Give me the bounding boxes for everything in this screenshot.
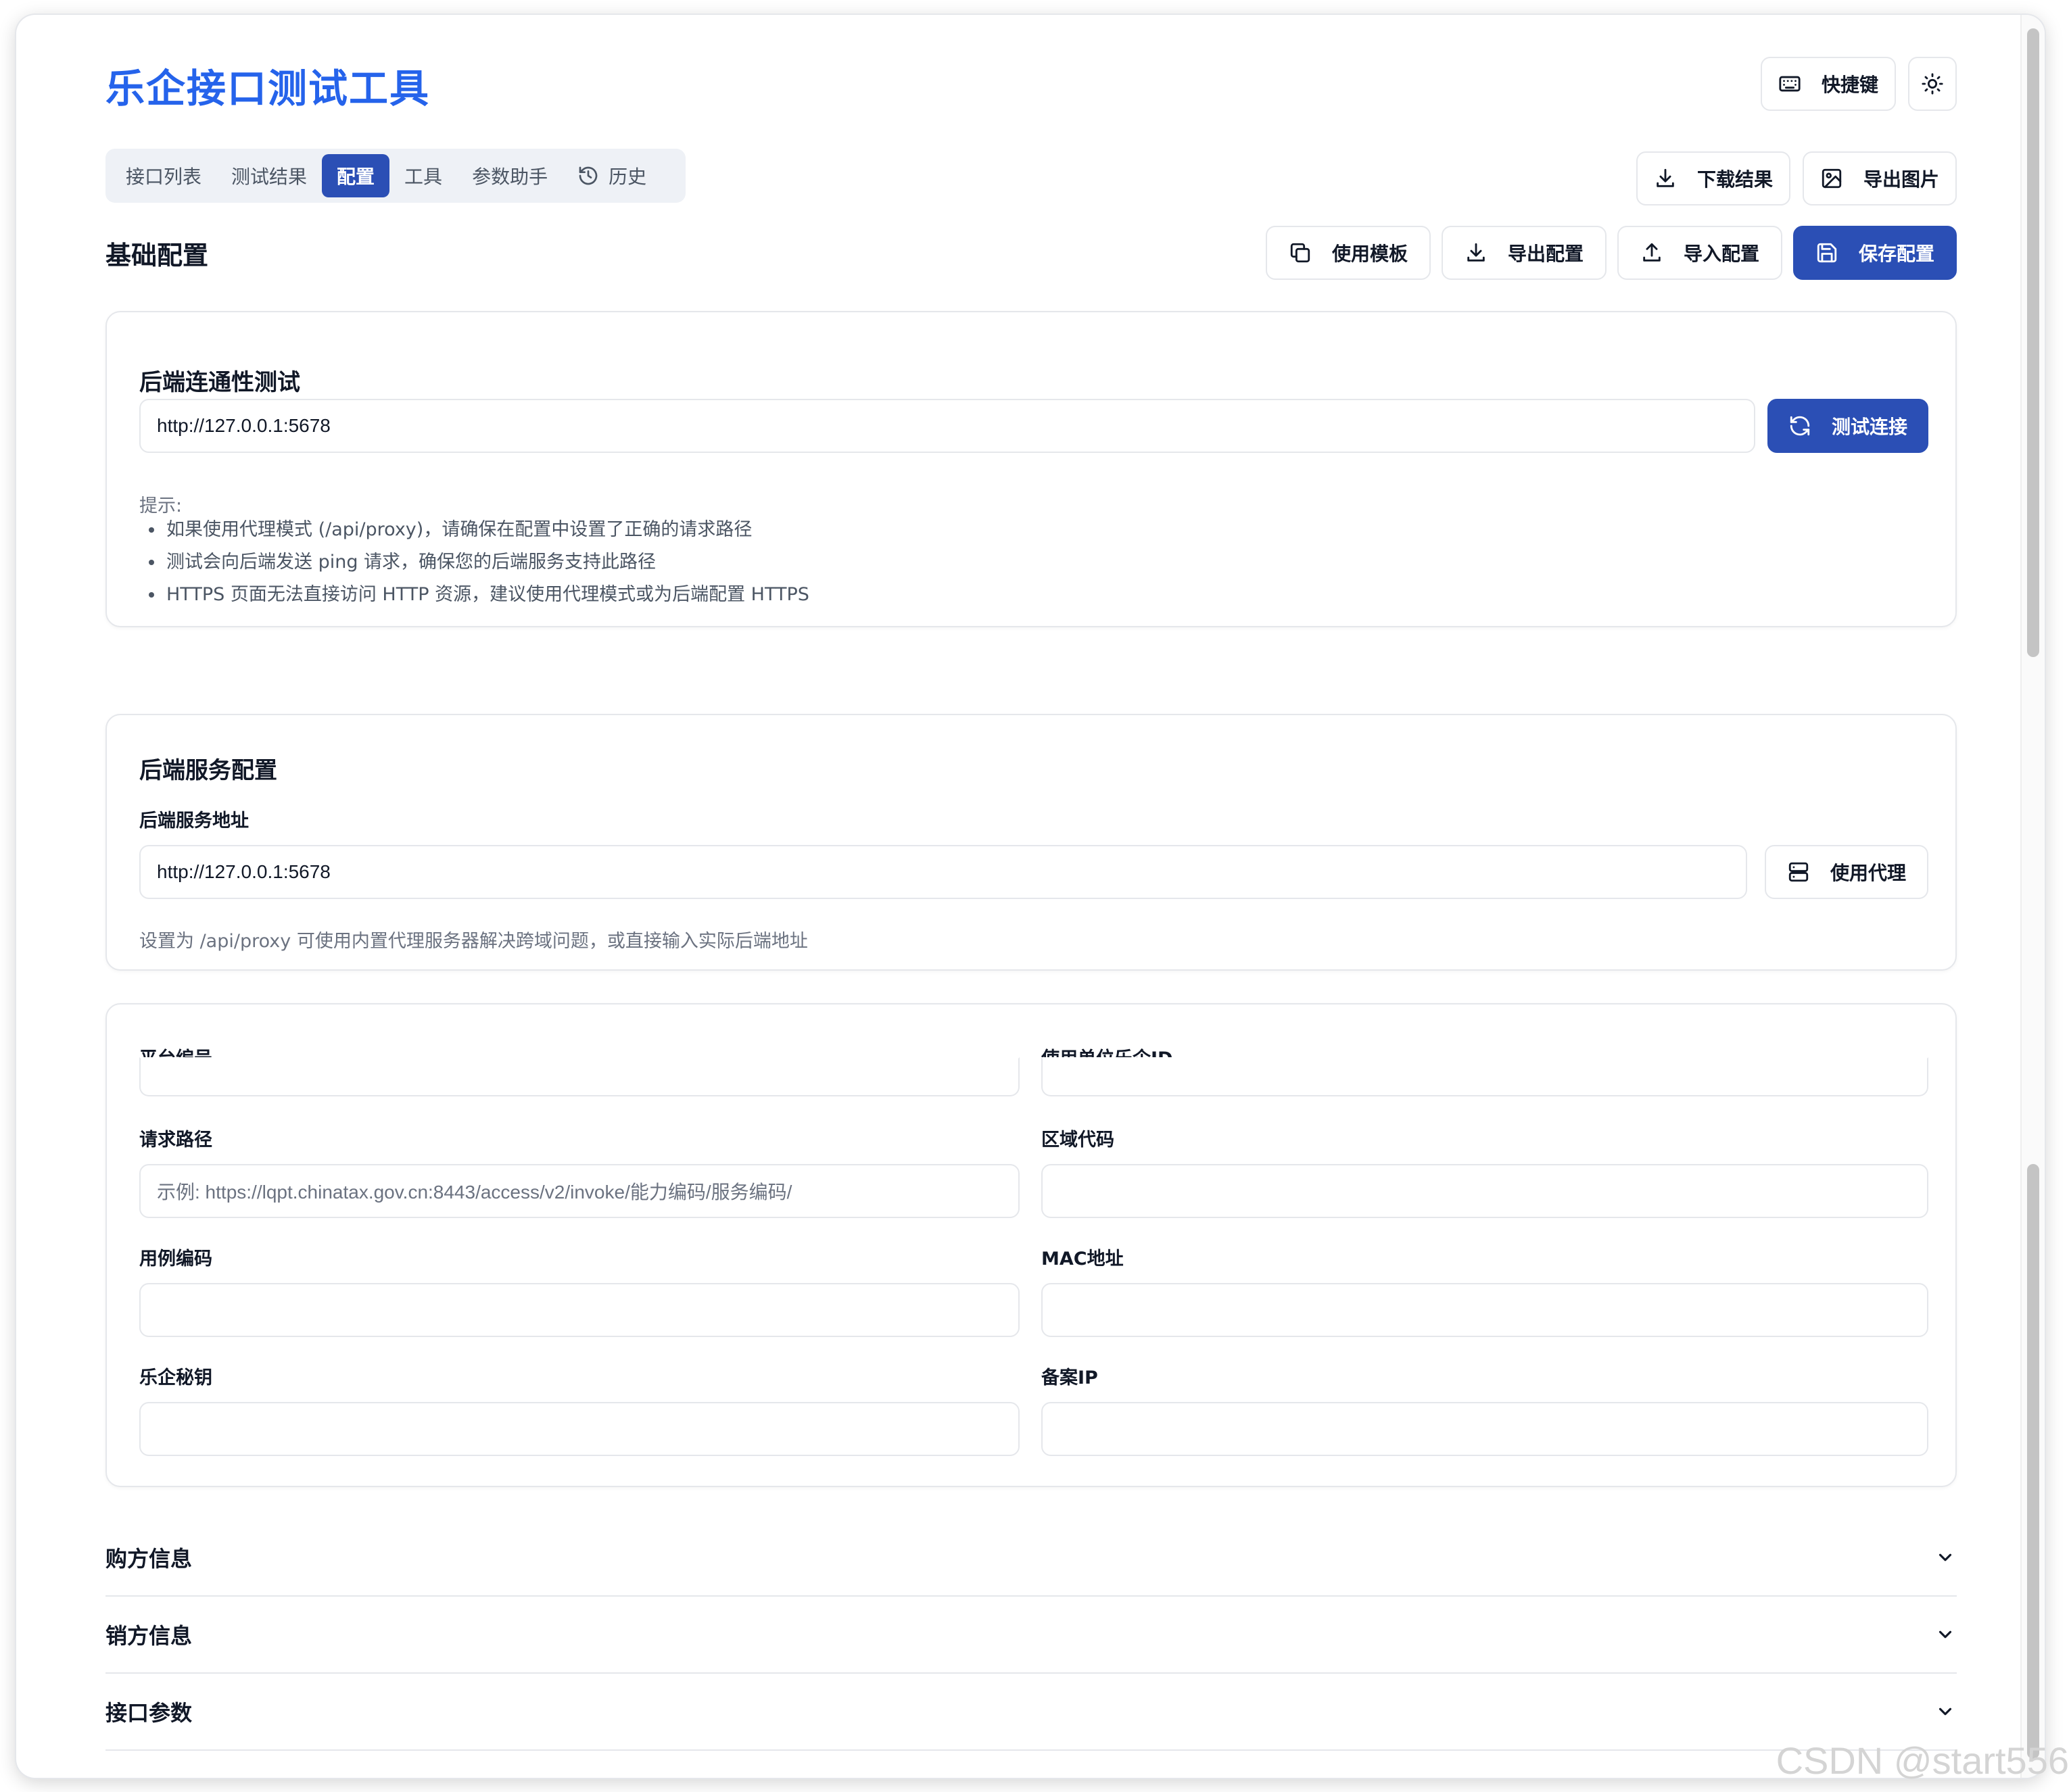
use-proxy-button[interactable]: 使用代理 bbox=[1765, 845, 1928, 899]
platform-no-input[interactable] bbox=[139, 1057, 1020, 1096]
backend-address-input[interactable]: http://127.0.0.1:5678 bbox=[139, 845, 1747, 899]
sun-icon bbox=[1922, 73, 1943, 95]
fields-card: 平台编号 使用单位乐企ID 请求路径 示例: https://lqpt.chin… bbox=[105, 1003, 1957, 1487]
theme-toggle-button[interactable] bbox=[1908, 57, 1957, 111]
save-icon bbox=[1817, 243, 1837, 263]
backend-config-card: 后端服务配置 后端服务地址 http://127.0.0.1:5678 使用代理… bbox=[105, 714, 1957, 971]
tab-label: 测试结果 bbox=[231, 166, 308, 188]
unit-id-input[interactable] bbox=[1041, 1057, 1928, 1096]
connectivity-url-input[interactable]: http://127.0.0.1:5678 bbox=[139, 399, 1755, 453]
export-image-button[interactable]: 导出图片 bbox=[1803, 151, 1957, 205]
keyboard-icon bbox=[1779, 76, 1801, 92]
tab-label: 工具 bbox=[404, 166, 443, 188]
backend-address-label: 后端服务地址 bbox=[139, 810, 249, 831]
accordion-label: 销方信息 bbox=[105, 1623, 193, 1649]
upload-icon bbox=[1643, 243, 1661, 262]
request-path-input[interactable]: 示例: https://lqpt.chinatax.gov.cn:8443/ac… bbox=[139, 1164, 1020, 1218]
secret-label: 乐企秘钥 bbox=[139, 1367, 212, 1388]
export-image-label: 导出图片 bbox=[1863, 168, 1939, 191]
server-icon bbox=[1788, 862, 1809, 882]
download-results-button[interactable]: 下载结果 bbox=[1636, 151, 1790, 205]
chevron-down-icon bbox=[1939, 1708, 1952, 1716]
use-template-label: 使用模板 bbox=[1331, 243, 1408, 265]
copy-icon bbox=[1290, 243, 1310, 263]
watermark: CSDN @start556 bbox=[1776, 1739, 2069, 1782]
chevron-down-icon bbox=[1939, 1630, 1952, 1639]
backend-helper-text: 设置为 /api/proxy 可使用内置代理服务器解决跨域问题，或直接输入实际后… bbox=[139, 931, 808, 952]
save-config-button[interactable]: 保存配置 bbox=[1793, 226, 1957, 280]
tab-tools[interactable]: 工具 bbox=[389, 154, 457, 197]
hint-list: 如果使用代理模式 (/api/proxy)，请确保在配置中设置了正确的请求路径 … bbox=[139, 514, 809, 611]
case-code-label: 用例编码 bbox=[139, 1249, 212, 1269]
test-connection-label: 测试连接 bbox=[1831, 416, 1907, 438]
record-ip-label: 备案IP bbox=[1041, 1367, 1098, 1388]
case-code-input[interactable] bbox=[139, 1283, 1020, 1337]
history-icon bbox=[579, 166, 598, 185]
export-config-button[interactable]: 导出配置 bbox=[1442, 226, 1607, 280]
scrollbar-thumb[interactable] bbox=[2027, 28, 2039, 657]
main-tabs: 接口列表 测试结果 配置 工具 参数助手 历史 bbox=[105, 149, 686, 203]
tab-api-list[interactable]: 接口列表 bbox=[111, 154, 216, 197]
shortcuts-button[interactable]: 快捷键 bbox=[1761, 57, 1896, 111]
chevron-down-icon bbox=[1939, 1553, 1952, 1561]
tab-label: 历史 bbox=[609, 166, 647, 188]
accordion-buyer-info[interactable]: 购方信息 bbox=[105, 1520, 1957, 1597]
connectivity-title: 后端连通性测试 bbox=[139, 369, 300, 396]
scrollbar[interactable] bbox=[2020, 15, 2045, 1778]
tab-test-results[interactable]: 测试结果 bbox=[216, 154, 322, 197]
record-ip-input[interactable] bbox=[1041, 1402, 1928, 1456]
test-connection-button[interactable]: 测试连接 bbox=[1767, 399, 1928, 453]
image-icon bbox=[1822, 168, 1842, 189]
accordion-label: 购方信息 bbox=[105, 1546, 193, 1572]
accordion-seller-info[interactable]: 销方信息 bbox=[105, 1597, 1957, 1674]
tab-param-assistant[interactable]: 参数助手 bbox=[457, 154, 563, 197]
shortcuts-label: 快捷键 bbox=[1821, 74, 1878, 96]
hint-item: 如果使用代理模式 (/api/proxy)，请确保在配置中设置了正确的请求路径 bbox=[139, 514, 809, 546]
export-config-label: 导出配置 bbox=[1507, 243, 1584, 265]
accordion-api-params[interactable]: 接口参数 bbox=[105, 1674, 1957, 1751]
connectivity-card: 后端连通性测试 http://127.0.0.1:5678 测试连接 提示: 如… bbox=[105, 311, 1957, 627]
hint-item: 测试会向后端发送 ping 请求，确保您的后端服务支持此路径 bbox=[139, 546, 809, 579]
download-icon bbox=[1467, 243, 1485, 262]
import-config-label: 导入配置 bbox=[1683, 243, 1759, 265]
request-path-label: 请求路径 bbox=[139, 1130, 212, 1151]
section-title: 基础配置 bbox=[105, 241, 209, 270]
refresh-icon bbox=[1790, 416, 1810, 436]
region-code-input[interactable] bbox=[1041, 1164, 1928, 1218]
region-code-label: 区域代码 bbox=[1041, 1130, 1114, 1151]
use-proxy-label: 使用代理 bbox=[1830, 862, 1906, 884]
app-window: 乐企接口测试工具 快捷键 接口列表 测试结果 配置 工具 参数助手 历史 下载结… bbox=[16, 15, 2045, 1778]
tab-config[interactable]: 配置 bbox=[322, 154, 390, 197]
mac-label: MAC地址 bbox=[1041, 1249, 1124, 1269]
tab-history[interactable]: 历史 bbox=[563, 154, 661, 197]
secret-input[interactable] bbox=[139, 1402, 1020, 1456]
save-config-label: 保存配置 bbox=[1858, 243, 1934, 265]
accordion-label: 接口参数 bbox=[105, 1700, 193, 1726]
tab-label: 参数助手 bbox=[472, 166, 548, 188]
tab-label: 配置 bbox=[337, 166, 375, 188]
scrollbar-thumb-lower[interactable] bbox=[2027, 1164, 2039, 1759]
backend-config-title: 后端服务配置 bbox=[139, 757, 277, 784]
mac-input[interactable] bbox=[1041, 1283, 1928, 1337]
download-results-label: 下载结果 bbox=[1696, 168, 1773, 191]
tab-label: 接口列表 bbox=[126, 166, 202, 188]
app-title: 乐企接口测试工具 bbox=[105, 66, 431, 112]
download-icon bbox=[1657, 168, 1674, 187]
use-template-button[interactable]: 使用模板 bbox=[1266, 226, 1431, 280]
hint-item: HTTPS 页面无法直接访问 HTTP 资源，建议使用代理模式或为后端配置 HT… bbox=[139, 579, 809, 611]
import-config-button[interactable]: 导入配置 bbox=[1617, 226, 1782, 280]
